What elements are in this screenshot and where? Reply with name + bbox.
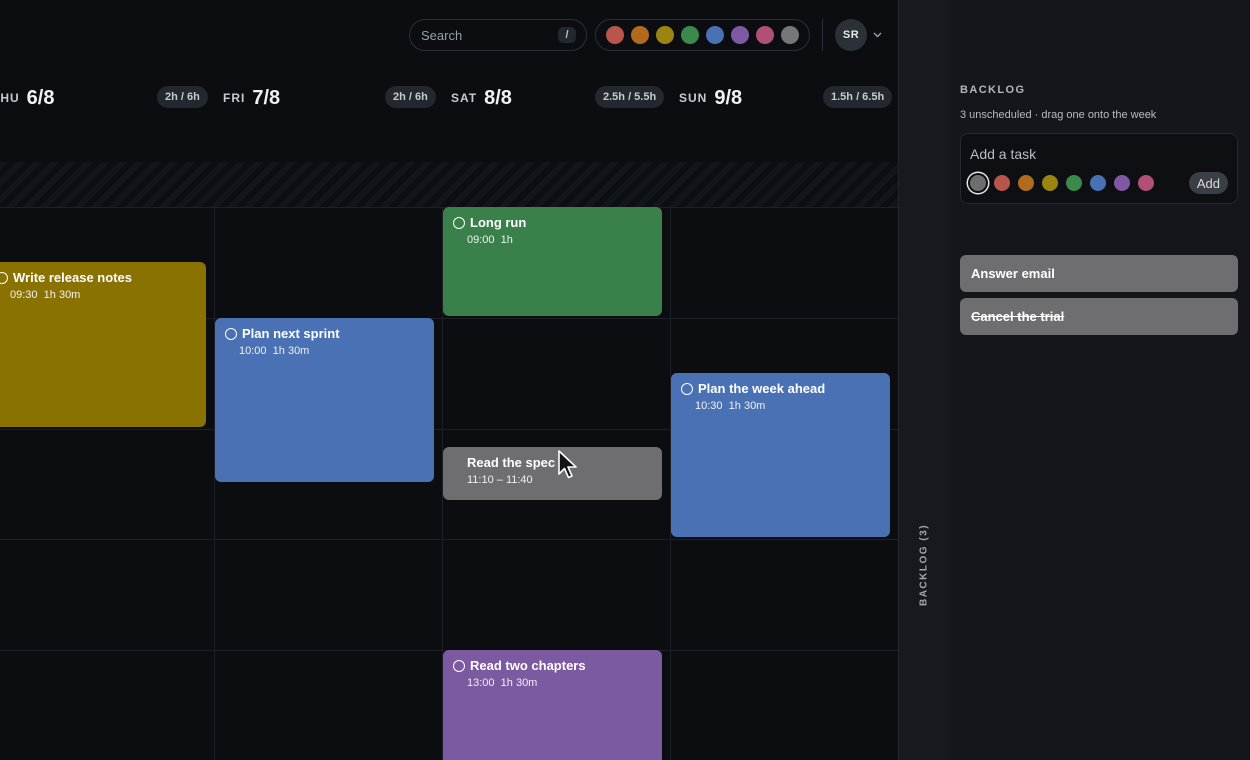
task-status-icon[interactable] — [225, 328, 237, 340]
backlog-title: BACKLOG — [960, 84, 1026, 96]
color-filter-green[interactable] — [681, 26, 699, 44]
day-date: 7/8 — [252, 86, 281, 109]
backlog-task-completed[interactable]: Cancel the trial — [960, 298, 1238, 335]
backlog-rail[interactable]: BACKLOG (3) — [898, 0, 949, 760]
search-shortcut-key: / — [558, 27, 576, 43]
event-title: Read the spec — [467, 455, 556, 470]
avatar: SR — [835, 19, 867, 51]
day-date: 9/8 — [714, 86, 743, 109]
task-color-purple[interactable] — [1114, 175, 1130, 191]
task-color-gray[interactable] — [970, 175, 986, 191]
backlog-panel: BACKLOG 3 unscheduled · drag one onto th… — [949, 0, 1250, 760]
event-plan-the-week-ahead[interactable]: Plan the week ahead 10:30 1h 30m — [671, 373, 890, 537]
day-hours-badge: 1.5h / 6.5h — [823, 86, 893, 108]
search-label: Search — [421, 27, 463, 43]
event-title: Plan the week ahead — [698, 381, 826, 396]
task-color-pink[interactable] — [1138, 175, 1154, 191]
day-header-sat: SAT 8/8 — [451, 84, 512, 112]
event-time: 09:00 1h — [467, 234, 513, 246]
event-time: 11:10 – 11:40 — [467, 474, 533, 486]
day-header-thu: THU 6/8 — [0, 84, 54, 112]
hour-gridline — [0, 539, 898, 540]
task-status-icon[interactable] — [0, 272, 8, 284]
event-title: Long run — [470, 215, 527, 230]
add-task-button[interactable]: Add — [1188, 172, 1228, 194]
day-hours-badge: 2h / 6h — [157, 86, 208, 108]
toolbar-divider — [822, 19, 823, 51]
color-filter-group — [595, 19, 810, 51]
user-menu[interactable]: SR — [835, 19, 882, 51]
day-header-fri: FRI 7/8 — [223, 84, 280, 112]
color-filter-blue[interactable] — [706, 26, 724, 44]
event-time: 10:30 1h 30m — [695, 400, 766, 412]
event-long-run[interactable]: Long run 09:00 1h — [443, 207, 662, 316]
task-status-icon[interactable] — [681, 383, 693, 395]
day-date: 6/8 — [26, 86, 55, 109]
color-filter-purple[interactable] — [731, 26, 749, 44]
task-color-green[interactable] — [1066, 175, 1082, 191]
backlog-rail-label[interactable]: BACKLOG (3) — [919, 524, 930, 606]
day-of-week: SAT — [451, 91, 478, 105]
task-color-picker — [970, 175, 1154, 191]
event-time: 09:30 1h 30m — [10, 289, 81, 301]
day-column-divider — [214, 207, 215, 760]
event-title: Write release notes — [13, 270, 132, 285]
event-read-two-chapters[interactable]: Read two chapters 13:00 1h 30m — [443, 650, 662, 760]
day-of-week: SUN — [679, 91, 708, 105]
event-read-the-spec[interactable]: Read the spec 11:10 – 11:40 — [443, 447, 662, 500]
task-status-icon[interactable] — [453, 217, 465, 229]
color-filter-orange[interactable] — [631, 26, 649, 44]
color-filter-red[interactable] — [606, 26, 624, 44]
backlog-task-title: Cancel the trial — [971, 309, 1065, 324]
color-filter-olive[interactable] — [656, 26, 674, 44]
task-color-blue[interactable] — [1090, 175, 1106, 191]
add-task-card: Add — [960, 133, 1238, 204]
search-box[interactable]: Search / — [409, 19, 587, 51]
color-filter-pink[interactable] — [756, 26, 774, 44]
day-of-week: FRI — [223, 91, 246, 105]
event-title: Plan next sprint — [242, 326, 340, 341]
event-time: 13:00 1h 30m — [467, 677, 538, 689]
event-time: 10:00 1h 30m — [239, 345, 310, 357]
backlog-subtitle: 3 unscheduled · drag one onto the week — [960, 109, 1157, 121]
task-color-olive[interactable] — [1042, 175, 1058, 191]
add-task-input[interactable] — [970, 145, 1200, 163]
day-hours-badge: 2h / 6h — [385, 86, 436, 108]
event-plan-next-sprint[interactable]: Plan next sprint 10:00 1h 30m — [215, 318, 434, 482]
day-of-week: THU — [0, 91, 20, 105]
event-title: Read two chapters — [470, 658, 586, 673]
backlog-task[interactable]: Answer email — [960, 255, 1238, 292]
week-calendar: Search / SR THU 6/8 2h / 6h FRI 7/8 2h /… — [0, 0, 898, 760]
task-color-red[interactable] — [994, 175, 1010, 191]
event-write-release-notes[interactable]: Write release notes 09:30 1h 30m — [0, 262, 206, 427]
day-date: 8/8 — [484, 86, 512, 109]
color-filter-gray[interactable] — [781, 26, 799, 44]
task-status-icon[interactable] — [453, 660, 465, 672]
day-hours-badge: 2.5h / 5.5h — [595, 86, 665, 108]
backlog-task-title: Answer email — [971, 266, 1055, 281]
chevron-down-icon — [873, 32, 882, 38]
all-day-strip[interactable] — [0, 162, 898, 207]
task-color-orange[interactable] — [1018, 175, 1034, 191]
top-toolbar: Search / SR — [409, 19, 882, 51]
day-header-sun: SUN 9/8 — [679, 84, 742, 112]
